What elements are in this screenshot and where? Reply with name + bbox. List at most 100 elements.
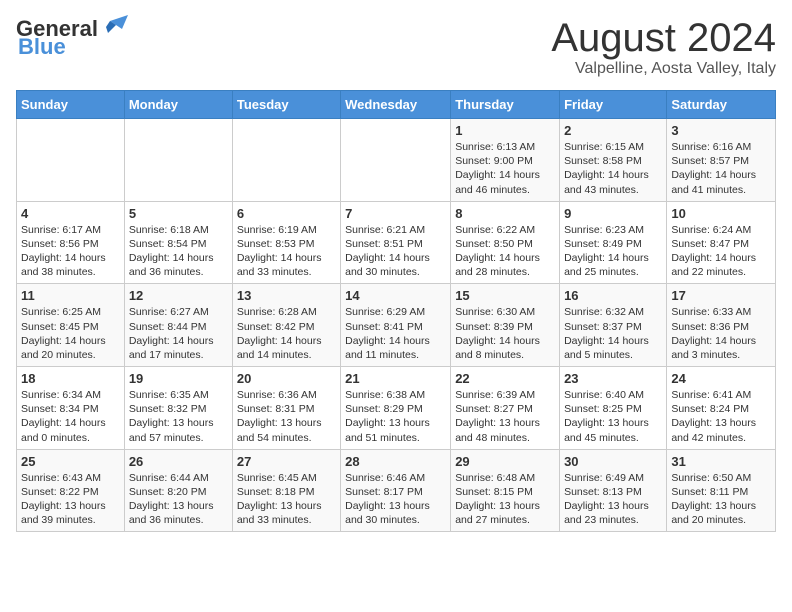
calendar-cell: 16 Sunrise: 6:32 AM Sunset: 8:37 PM Dayli…: [560, 284, 667, 367]
day-info: Sunrise: 6:30 AM Sunset: 8:39 PM Dayligh…: [455, 305, 555, 362]
header-wednesday: Wednesday: [341, 91, 451, 119]
day-info: Sunrise: 6:44 AM Sunset: 8:20 PM Dayligh…: [129, 471, 228, 528]
day-number: 6: [237, 206, 336, 221]
day-info: Sunrise: 6:39 AM Sunset: 8:27 PM Dayligh…: [455, 388, 555, 445]
calendar-cell: 24 Sunrise: 6:41 AM Sunset: 8:24 PM Dayli…: [667, 367, 776, 450]
day-number: 25: [21, 454, 120, 469]
day-info: Sunrise: 6:45 AM Sunset: 8:18 PM Dayligh…: [237, 471, 336, 528]
day-info: Sunrise: 6:29 AM Sunset: 8:41 PM Dayligh…: [345, 305, 446, 362]
day-info: Sunrise: 6:22 AM Sunset: 8:50 PM Dayligh…: [455, 223, 555, 280]
day-info: Sunrise: 6:38 AM Sunset: 8:29 PM Dayligh…: [345, 388, 446, 445]
calendar-cell: 5Sunrise: 6:18 AM Sunset: 8:54 PM Daylig…: [124, 201, 232, 284]
week-row-1: 1 Sunrise: 6:13 AM Sunset: 9:00 PM Daylig…: [17, 119, 776, 202]
week-row-2: 4 Sunrise: 6:17 AM Sunset: 8:56 PM Daylig…: [17, 201, 776, 284]
header-tuesday: Tuesday: [232, 91, 340, 119]
day-number: 2: [564, 123, 662, 138]
calendar-cell: 25 Sunrise: 6:43 AM Sunset: 8:22 PM Dayli…: [17, 449, 125, 532]
day-info: Sunrise: 6:28 AM Sunset: 8:42 PM Dayligh…: [237, 305, 336, 362]
calendar-cell: 30Sunrise: 6:49 AM Sunset: 8:13 PM Dayli…: [560, 449, 667, 532]
day-number: 24: [671, 371, 771, 386]
day-info: Sunrise: 6:40 AM Sunset: 8:25 PM Dayligh…: [564, 388, 662, 445]
day-info: Sunrise: 6:23 AM Sunset: 8:49 PM Dayligh…: [564, 223, 662, 280]
day-number: 4: [21, 206, 120, 221]
day-info: Sunrise: 6:32 AM Sunset: 8:37 PM Dayligh…: [564, 305, 662, 362]
calendar-cell: 27Sunrise: 6:45 AM Sunset: 8:18 PM Dayli…: [232, 449, 340, 532]
day-info: Sunrise: 6:17 AM Sunset: 8:56 PM Dayligh…: [21, 223, 120, 280]
day-number: 17: [671, 288, 771, 303]
calendar-cell: 18 Sunrise: 6:34 AM Sunset: 8:34 PM Dayli…: [17, 367, 125, 450]
day-number: 22: [455, 371, 555, 386]
day-info: Sunrise: 6:24 AM Sunset: 8:47 PM Dayligh…: [671, 223, 771, 280]
day-info: Sunrise: 6:49 AM Sunset: 8:13 PM Dayligh…: [564, 471, 662, 528]
day-info: Sunrise: 6:34 AM Sunset: 8:34 PM Dayligh…: [21, 388, 120, 445]
calendar-cell: 12Sunrise: 6:27 AM Sunset: 8:44 PM Dayli…: [124, 284, 232, 367]
day-info: Sunrise: 6:25 AM Sunset: 8:45 PM Dayligh…: [21, 305, 120, 362]
calendar-cell: 31 Sunrise: 6:50 AM Sunset: 8:11 PM Dayli…: [667, 449, 776, 532]
day-number: 9: [564, 206, 662, 221]
day-number: 14: [345, 288, 446, 303]
day-number: 29: [455, 454, 555, 469]
day-info: Sunrise: 6:33 AM Sunset: 8:36 PM Dayligh…: [671, 305, 771, 362]
calendar-cell: 6 Sunrise: 6:19 AM Sunset: 8:53 PM Daylig…: [232, 201, 340, 284]
day-number: 21: [345, 371, 446, 386]
title-block: August 2024 Valpelline, Aosta Valley, It…: [551, 16, 776, 78]
day-number: 7: [345, 206, 446, 221]
day-number: 20: [237, 371, 336, 386]
header-saturday: Saturday: [667, 91, 776, 119]
calendar-cell: 10 Sunrise: 6:24 AM Sunset: 8:47 PM Dayli…: [667, 201, 776, 284]
day-info: Sunrise: 6:36 AM Sunset: 8:31 PM Dayligh…: [237, 388, 336, 445]
logo-bird-icon: [100, 13, 128, 41]
calendar-cell: 4 Sunrise: 6:17 AM Sunset: 8:56 PM Daylig…: [17, 201, 125, 284]
calendar-cell: 28 Sunrise: 6:46 AM Sunset: 8:17 PM Dayli…: [341, 449, 451, 532]
day-info: Sunrise: 6:13 AM Sunset: 9:00 PM Dayligh…: [455, 140, 555, 197]
day-info: Sunrise: 6:21 AM Sunset: 8:51 PM Dayligh…: [345, 223, 446, 280]
day-number: 31: [671, 454, 771, 469]
calendar-cell: 19Sunrise: 6:35 AM Sunset: 8:32 PM Dayli…: [124, 367, 232, 450]
day-number: 18: [21, 371, 120, 386]
week-row-3: 11 Sunrise: 6:25 AM Sunset: 8:45 PM Dayli…: [17, 284, 776, 367]
header-thursday: Thursday: [451, 91, 560, 119]
calendar-cell: 17 Sunrise: 6:33 AM Sunset: 8:36 PM Dayli…: [667, 284, 776, 367]
calendar-cell: 20 Sunrise: 6:36 AM Sunset: 8:31 PM Dayli…: [232, 367, 340, 450]
day-number: 8: [455, 206, 555, 221]
month-title: August 2024: [551, 16, 776, 60]
day-info: Sunrise: 6:43 AM Sunset: 8:22 PM Dayligh…: [21, 471, 120, 528]
calendar-cell: 23Sunrise: 6:40 AM Sunset: 8:25 PM Dayli…: [560, 367, 667, 450]
day-number: 16: [564, 288, 662, 303]
day-info: Sunrise: 6:35 AM Sunset: 8:32 PM Dayligh…: [129, 388, 228, 445]
header-friday: Friday: [560, 91, 667, 119]
day-number: 10: [671, 206, 771, 221]
day-number: 1: [455, 123, 555, 138]
day-number: 15: [455, 288, 555, 303]
day-info: Sunrise: 6:16 AM Sunset: 8:57 PM Dayligh…: [671, 140, 771, 197]
calendar-cell: [17, 119, 125, 202]
day-info: Sunrise: 6:48 AM Sunset: 8:15 PM Dayligh…: [455, 471, 555, 528]
calendar-cell: 29 Sunrise: 6:48 AM Sunset: 8:15 PM Dayli…: [451, 449, 560, 532]
calendar-cell: 8 Sunrise: 6:22 AM Sunset: 8:50 PM Daylig…: [451, 201, 560, 284]
logo: General Blue: [16, 16, 128, 60]
calendar-cell: [232, 119, 340, 202]
day-number: 11: [21, 288, 120, 303]
day-number: 13: [237, 288, 336, 303]
calendar-cell: 3 Sunrise: 6:16 AM Sunset: 8:57 PM Daylig…: [667, 119, 776, 202]
calendar-cell: 26Sunrise: 6:44 AM Sunset: 8:20 PM Dayli…: [124, 449, 232, 532]
day-info: Sunrise: 6:46 AM Sunset: 8:17 PM Dayligh…: [345, 471, 446, 528]
week-row-4: 18 Sunrise: 6:34 AM Sunset: 8:34 PM Dayli…: [17, 367, 776, 450]
day-number: 3: [671, 123, 771, 138]
day-number: 12: [129, 288, 228, 303]
day-info: Sunrise: 6:19 AM Sunset: 8:53 PM Dayligh…: [237, 223, 336, 280]
calendar-cell: [124, 119, 232, 202]
page-header: General Blue August 2024 Valpelline, Aos…: [16, 16, 776, 78]
day-number: 28: [345, 454, 446, 469]
header-monday: Monday: [124, 91, 232, 119]
header-sunday: Sunday: [17, 91, 125, 119]
day-info: Sunrise: 6:41 AM Sunset: 8:24 PM Dayligh…: [671, 388, 771, 445]
calendar-cell: 22 Sunrise: 6:39 AM Sunset: 8:27 PM Dayli…: [451, 367, 560, 450]
calendar-cell: [341, 119, 451, 202]
day-info: Sunrise: 6:50 AM Sunset: 8:11 PM Dayligh…: [671, 471, 771, 528]
logo-blue-text: Blue: [18, 34, 66, 60]
calendar-cell: 14 Sunrise: 6:29 AM Sunset: 8:41 PM Dayli…: [341, 284, 451, 367]
calendar-cell: 9 Sunrise: 6:23 AM Sunset: 8:49 PM Daylig…: [560, 201, 667, 284]
calendar-table: SundayMondayTuesdayWednesdayThursdayFrid…: [16, 90, 776, 532]
calendar-cell: 13 Sunrise: 6:28 AM Sunset: 8:42 PM Dayli…: [232, 284, 340, 367]
